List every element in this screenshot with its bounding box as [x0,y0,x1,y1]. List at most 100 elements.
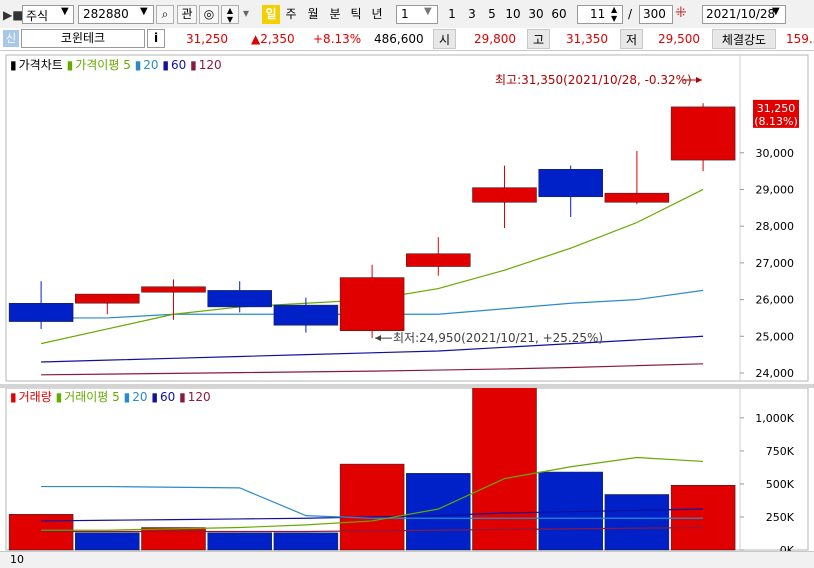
view-count-input[interactable]: 11 ▲ ▼ [577,5,623,24]
stock-code-value: 282880 [83,7,129,21]
chevron-down-icon: ▼ [424,6,432,17]
open-label: 시 [433,29,456,49]
volume-bar [8,514,74,551]
candle-body [538,169,603,198]
pin-button[interactable]: ◎ [199,5,219,24]
status-bar: 10 [0,551,814,568]
max-arrow-head [696,77,702,83]
view-total-value: 300 [643,7,666,21]
updown-stepper[interactable]: ▲ ▼ [221,5,239,24]
chevron-down-icon: ▼ [772,6,780,17]
candle-body [8,303,74,322]
interval-3-button[interactable]: 3 [463,5,481,24]
high-price: 31,350 [566,32,608,46]
period-day-button[interactable]: 일 [262,5,280,24]
period-month-button[interactable]: 월 [304,5,322,24]
volume-chart[interactable]: 1,000K 750K 500K 250K 0K [0,388,814,551]
price-panel: ▮ 가격차트 ▮ 가격이평 5 ▮ 20 ▮ 60 ▮ 120 30,000 29,000 2… [0,51,814,384]
change-rate: +8.13% [313,32,362,46]
price-y-tick-label: 28,000 [756,220,795,233]
min-arrow-head [375,335,381,342]
candle-body [273,304,339,326]
date-picker[interactable]: 2021/10/28 ▼ [702,5,786,24]
candle-body [670,106,736,161]
period-tick-button[interactable]: 틱 [347,5,365,24]
interval-1-button[interactable]: 1 [443,5,461,24]
info-button[interactable]: i [147,29,165,48]
chevron-down-icon: ▼ [140,6,148,17]
volume-y-tick-label: 0K [780,544,795,551]
page-indicator: 10 [10,553,24,566]
stock-name-text: 코윈테크 [60,31,106,45]
candle-body [339,277,405,332]
trade-volume: 486,600 [374,32,424,46]
low-price: 29,500 [658,32,700,46]
watch-button[interactable]: 관 [177,5,197,24]
last-price-label: 31,250 [757,102,796,115]
period-year-button[interactable]: 년 [368,5,386,24]
price-chart[interactable]: 30,000 29,000 28,000 27,000 26,000 25,000 24,0… [0,51,814,384]
interval-5-button[interactable]: 5 [483,5,501,24]
candle-body [472,187,537,203]
stock-name[interactable]: 코윈테크 [21,29,145,48]
volume-bar [75,532,140,551]
stock-code-input[interactable]: 282880 ▼ [78,5,154,24]
date-value: 2021/10/28 [706,7,776,21]
strength-label: 체결강도 [712,29,776,49]
up-down-icon: ▲ ▼ [226,6,234,24]
last-change-label: (8.13%) [754,115,798,128]
open-price: 29,800 [474,32,516,46]
trade-strength: 159.3 [786,32,814,46]
zoom-icon[interactable]: ⁜ [675,5,687,21]
volume-y-tick-label: 750K [766,445,795,458]
market-select[interactable]: 주식 ▼ [22,5,74,24]
current-price: 31,250 [186,32,228,46]
volume-panel: ▮ 거래량 ▮ 거래이평 5 ▮ 20 ▮ 60 ▮ 120 1,000K 750K 500K… [0,388,814,551]
period-minute-button[interactable]: 분 [326,5,344,24]
search-icon: ⌕ [161,7,169,21]
market-select-value: 주식 [26,9,49,23]
credit-badge: 신 [3,30,19,47]
max-annotation: 최고:31,350(2021/10/28, -0.32%) [495,73,692,87]
volume-y-tick-label: 250K [766,511,795,524]
pin-icon: ◎ [203,7,215,21]
volume-y-tick-label: 500K [766,478,795,491]
volume-bar [670,484,736,551]
chevron-down-icon: ▼ [61,6,69,17]
candle-body [604,192,670,203]
min-annotation: 최저:24,950(2021/10/21, +25.25%) [393,331,603,345]
price-change: ▲2,350 [251,32,295,46]
top-toolbar: ▶■ 주식 ▼ 282880 ▼ ⌕ 관 ◎ ▲ ▼ ▾ 일 주 월 분 틱 년 … [0,0,814,29]
price-y-tick-label: 25,000 [756,330,795,343]
volume-bar [472,388,537,551]
price-y-tick-label: 24,000 [756,367,795,380]
volume-bar [207,532,272,551]
price-y-tick-label: 27,000 [756,257,795,270]
dropdown-arrow-icon[interactable]: ▾ [243,6,249,20]
volume-bar [339,463,405,551]
high-label: 고 [527,29,550,49]
interval-30-button[interactable]: 30 [525,5,547,24]
interval-value: 1 [401,7,409,21]
volume-y-tick-label: 1,000K [755,412,794,425]
price-ma120-line [41,363,704,376]
price-ma60-line [41,335,704,363]
low-label: 저 [620,29,643,49]
candle-body [406,253,471,267]
interval-select[interactable]: 1 ▼ [396,5,438,24]
volume-bar [273,532,339,551]
period-week-button[interactable]: 주 [282,5,300,24]
candle-body [75,293,140,304]
interval-60-button[interactable]: 60 [548,5,570,24]
interval-10-button[interactable]: 10 [502,5,524,24]
view-total-input[interactable]: 300 [639,5,673,24]
spinner-icon: ▲ ▼ [611,5,618,23]
search-button[interactable]: ⌕ [156,5,174,24]
view-separator: / [628,7,633,21]
price-y-tick-label: 29,000 [756,183,795,196]
price-y-tick-label: 30,000 [756,147,795,160]
candle-body [207,290,272,308]
price-y-tick-label: 26,000 [756,294,795,307]
arrow-right-icon[interactable]: ▶■ [3,8,24,22]
candle-body [141,286,206,293]
